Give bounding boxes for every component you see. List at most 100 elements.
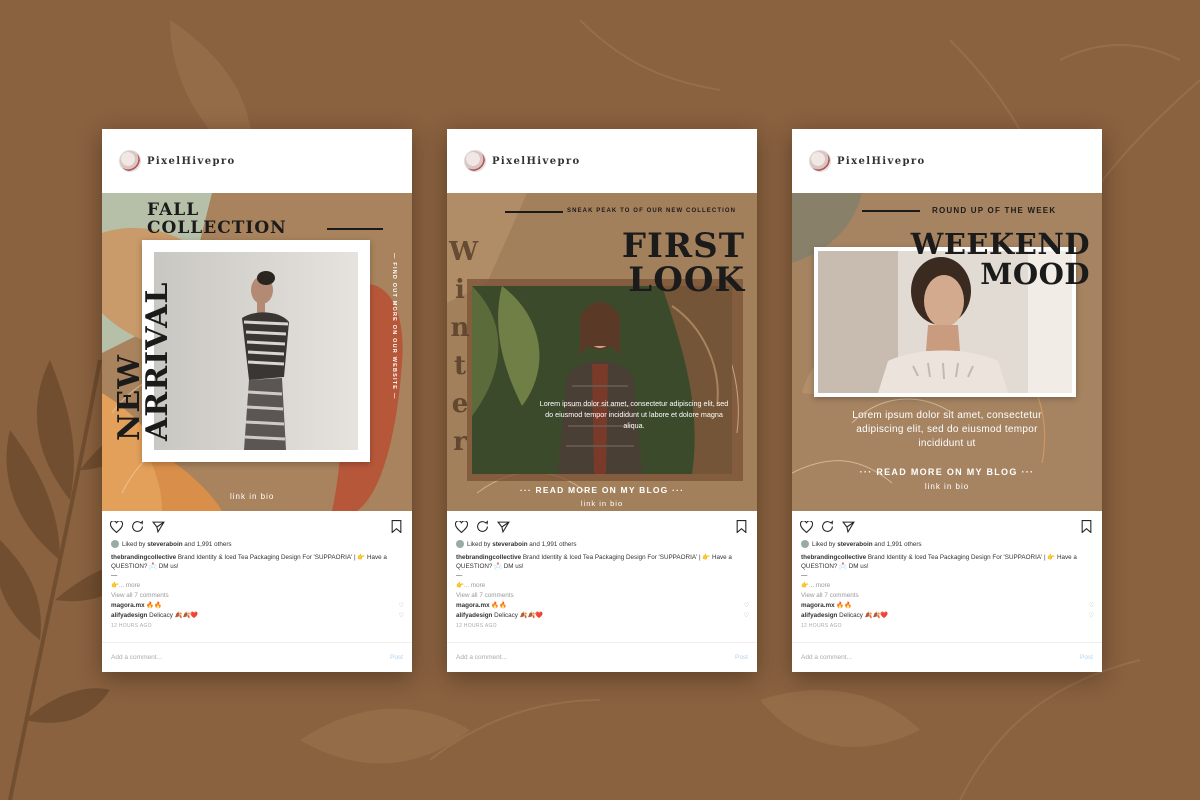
comment-username[interactable]: magora.mx (801, 602, 835, 609)
post-body-text: Lorem ipsum dolor sit amet, consectetur … (852, 410, 1042, 449)
link-in-bio[interactable]: link in bio (447, 499, 757, 508)
share-icon[interactable] (841, 520, 855, 538)
liker-avatar (801, 540, 809, 549)
comment-username[interactable]: magora.mx (111, 602, 145, 609)
title-weekend-mood: WEEKEND MOOD (911, 229, 1090, 289)
post-meta: Liked by steveraboin and 1,991 others th… (111, 540, 404, 631)
profile-avatar[interactable] (809, 150, 831, 172)
profile-avatar[interactable] (464, 150, 486, 172)
model-photo-illustration (154, 252, 358, 450)
sneak-peak-text: SNEAK PEAK TO OF OUR NEW COLLECTION (567, 208, 737, 214)
comment-1: magora.mx 🔥🔥 ♡ (456, 601, 749, 611)
comment-like-icon[interactable]: ♡ (1089, 611, 1094, 621)
model-photo-illustration (472, 286, 732, 474)
comment-username[interactable]: alifyadesign (456, 612, 492, 619)
comment-like-icon[interactable]: ♡ (744, 611, 749, 621)
view-all-comments[interactable]: View all 7 comments (456, 591, 749, 601)
comment-username[interactable]: alifyadesign (801, 612, 837, 619)
caption-username[interactable]: thebrandingcollective (456, 554, 521, 561)
comment-text: 🔥🔥 (834, 602, 853, 609)
comment-username[interactable]: magora.mx (456, 602, 490, 609)
bookmark-icon[interactable] (1081, 520, 1092, 538)
comment-1: magora.mx 🔥🔥 ♡ (801, 601, 1094, 611)
comment-like-icon[interactable]: ♡ (1089, 601, 1094, 611)
comment-text: 🔥🔥 (144, 602, 163, 609)
comment-like-icon[interactable]: ♡ (399, 601, 404, 611)
comment-like-icon[interactable]: ♡ (399, 611, 404, 621)
instagram-post-card-3: PixelHivepro ROUND UP OF THE WEEK WEEKEN… (792, 129, 1102, 672)
heart-icon[interactable] (799, 520, 814, 538)
title-first: FIRST (621, 226, 745, 266)
heart-icon[interactable] (454, 520, 469, 538)
share-icon[interactable] (496, 520, 510, 538)
likes-line: Liked by steveraboin and 1,991 others (456, 540, 749, 550)
share-icon[interactable] (151, 520, 165, 538)
vertical-title: NEW ARRIVAL (112, 281, 175, 442)
more-link[interactable]: 👉... more (111, 581, 404, 591)
title-first-look: FIRST LOOK (622, 229, 745, 297)
sneak-peak-line (505, 211, 563, 213)
view-all-comments[interactable]: View all 7 comments (801, 591, 1094, 601)
bookmark-icon[interactable] (391, 520, 402, 538)
username[interactable]: PixelHivepro (147, 156, 236, 167)
add-comment-input[interactable]: Add a comment... (111, 654, 162, 661)
username[interactable]: PixelHivepro (492, 156, 581, 167)
add-comment-input[interactable]: Add a comment... (456, 654, 507, 661)
more-link[interactable]: 👉... more (801, 581, 1094, 591)
comment-text: Delicacy 🍂🍂❤️ (147, 612, 199, 619)
more-link[interactable]: 👉... more (456, 581, 749, 591)
comment-2: alifyadesign Delicacy 🍂🍂❤️ ♡ (111, 611, 404, 621)
read-more-link[interactable]: ··· READ MORE ON MY BLOG ··· (792, 467, 1102, 477)
liker-username[interactable]: steveraboin (147, 541, 182, 548)
comment-username[interactable]: alifyadesign (111, 612, 147, 619)
view-all-comments[interactable]: View all 7 comments (111, 591, 404, 601)
caption-username[interactable]: thebrandingcollective (111, 554, 176, 561)
add-comment-bar: Add a comment... Post (447, 642, 757, 672)
post-actions (109, 520, 402, 538)
title-fall: FALL (147, 200, 200, 220)
post-comment-button[interactable]: Post (1080, 654, 1093, 661)
post-header: PixelHivepro (792, 129, 1102, 193)
title-weekend: WEEKEND (910, 227, 1090, 261)
model-photo (154, 252, 358, 450)
side-website-text: — FIND OUT MORE ON OUR WEBSITE — (391, 253, 397, 400)
heart-icon[interactable] (109, 520, 124, 538)
comment-icon[interactable] (821, 520, 834, 538)
likes-line: Liked by steveraboin and 1,991 others (111, 540, 404, 550)
caption-dash: — (456, 572, 463, 579)
profile-avatar[interactable] (119, 150, 141, 172)
comment-text: Delicacy 🍂🍂❤️ (492, 612, 544, 619)
read-more-link[interactable]: ··· READ MORE ON MY BLOG ··· (447, 485, 757, 495)
liker-username[interactable]: steveraboin (837, 541, 872, 548)
post-comment-button[interactable]: Post (390, 654, 403, 661)
post-meta: Liked by steveraboin and 1,991 others th… (801, 540, 1094, 631)
post-body-text: Lorem ipsum dolor sit amet, consectetur … (539, 399, 729, 430)
caption-dash: — (801, 572, 808, 579)
comment-2: alifyadesign Delicacy 🍂🍂❤️ ♡ (801, 611, 1094, 621)
caption: thebrandingcollective Brand Identity & I… (801, 553, 1094, 571)
comment-icon[interactable] (476, 520, 489, 538)
add-comment-input[interactable]: Add a comment... (801, 654, 852, 661)
bookmark-icon[interactable] (736, 520, 747, 538)
post-image: SNEAK PEAK TO OF OUR NEW COLLECTION W i … (447, 193, 757, 511)
title-underline (327, 228, 383, 230)
comment-icon[interactable] (131, 520, 144, 538)
username[interactable]: PixelHivepro (837, 156, 926, 167)
liker-username[interactable]: steveraboin (492, 541, 527, 548)
post-comment-button[interactable]: Post (735, 654, 748, 661)
comment-2: alifyadesign Delicacy 🍂🍂❤️ ♡ (456, 611, 749, 621)
post-time: 12 HOURS AGO (111, 623, 152, 629)
round-up-line (862, 210, 920, 212)
caption-username[interactable]: thebrandingcollective (801, 554, 866, 561)
title-mood: MOOD (980, 257, 1090, 291)
link-in-bio[interactable]: link in bio (230, 492, 274, 501)
instagram-post-card-1: PixelHivepro FALL COLLECTION NEW ARRIVAL… (102, 129, 412, 672)
comment-like-icon[interactable]: ♡ (744, 601, 749, 611)
likes-line: Liked by steveraboin and 1,991 others (801, 540, 1094, 550)
post-time: 12 HOURS AGO (801, 623, 842, 629)
link-in-bio[interactable]: link in bio (792, 482, 1102, 491)
post-header: PixelHivepro (447, 129, 757, 193)
add-comment-bar: Add a comment... Post (792, 642, 1102, 672)
title-arrival: ARRIVAL (140, 281, 175, 442)
caption: thebrandingcollective Brand Identity & I… (111, 553, 404, 571)
